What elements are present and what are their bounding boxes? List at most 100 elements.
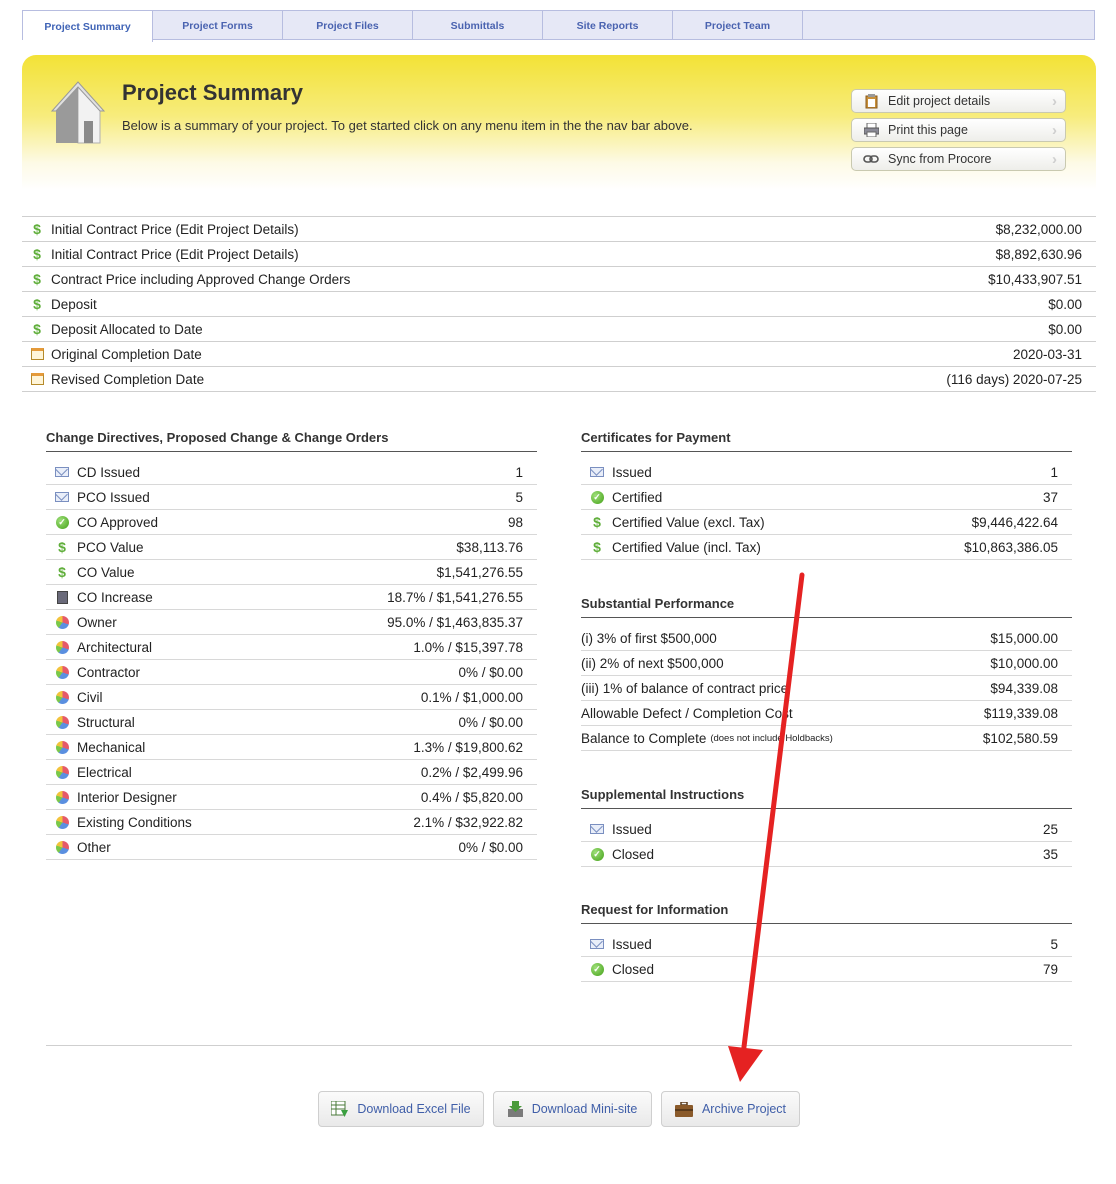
row-value: 0% / $0.00 xyxy=(458,714,523,730)
spreadsheet-icon xyxy=(331,1101,349,1117)
row-label: Certified Value (incl. Tax) xyxy=(612,539,761,555)
list-item: Issued 5 xyxy=(581,932,1072,957)
tab-submittals[interactable]: Submittals xyxy=(413,11,543,40)
download-minisite-button[interactable]: Download Mini-site xyxy=(493,1091,652,1127)
list-item: Allowable Defect / Completion Cost $119,3… xyxy=(581,701,1072,726)
row-label: Other xyxy=(77,839,111,855)
list-item: Architectural 1.0% / $15,397.78 xyxy=(46,635,537,660)
dollar-icon: $ xyxy=(33,296,41,312)
row-label: CD Issued xyxy=(77,464,141,480)
list-item: $ Certified Value (excl. Tax) $9,446,422.6… xyxy=(581,510,1072,535)
list-item: Issued 25 xyxy=(581,817,1072,842)
summary-value: (116 days) 2020-07-25 xyxy=(946,371,1082,387)
list-item: Contractor 0% / $0.00 xyxy=(46,660,537,685)
page-subtitle: Below is a summary of your project. To g… xyxy=(122,118,693,133)
dollar-icon: $ xyxy=(33,221,41,237)
row-label: Issued xyxy=(612,464,652,480)
summary-value: $0.00 xyxy=(1048,321,1082,337)
section-title: Certificates for Payment xyxy=(581,430,1072,452)
summary-label[interactable]: Initial Contract Price (Edit Project Det… xyxy=(51,222,299,237)
row-value: $10,863,386.05 xyxy=(964,539,1058,555)
summary-label[interactable]: Initial Contract Price (Edit Project Det… xyxy=(51,247,299,262)
calendar-icon xyxy=(29,348,45,360)
substantial-performance-section: Substantial Performance (i) 3% of first … xyxy=(581,596,1072,751)
print-page-button[interactable]: Print this page › xyxy=(851,118,1066,142)
row-value: 5 xyxy=(1050,936,1058,952)
row-label: Owner xyxy=(77,614,117,630)
row-label: (i) 3% of first $500,000 xyxy=(581,630,717,646)
list-item: Civil 0.1% / $1,000.00 xyxy=(46,685,537,710)
pie-chart-icon xyxy=(54,640,70,654)
summary-row: Original Completion Date 2020-03-31 xyxy=(22,342,1096,367)
dollar-icon: $ xyxy=(33,321,41,337)
tab-project-forms[interactable]: Project Forms xyxy=(153,11,283,40)
list-item: Electrical 0.2% / $2,499.96 xyxy=(46,760,537,785)
summary-label: Contract Price including Approved Change… xyxy=(51,271,351,287)
row-value: $15,000.00 xyxy=(990,630,1058,646)
section-title: Request for Information xyxy=(581,902,1072,924)
row-value: $94,339.08 xyxy=(990,680,1058,696)
print-page-label: Print this page xyxy=(888,123,968,137)
row-label: Contractor xyxy=(77,664,141,680)
tab-project-team[interactable]: Project Team xyxy=(673,11,803,40)
row-value: 1 xyxy=(1050,464,1058,480)
calculator-icon xyxy=(54,590,70,604)
row-value: $9,446,422.64 xyxy=(971,514,1058,530)
summary-label: Original Completion Date xyxy=(51,346,202,362)
list-item: Balance to Complete (does not include Hol… xyxy=(581,726,1072,751)
section-title: Substantial Performance xyxy=(581,596,1072,618)
nav-tabs: Project Summary Project Forms Project Fi… xyxy=(22,10,1095,42)
list-item: Mechanical 1.3% / $19,800.62 xyxy=(46,735,537,760)
sync-procore-label: Sync from Procore xyxy=(888,152,992,166)
row-value: 98 xyxy=(507,514,523,530)
summary-label: Deposit Allocated to Date xyxy=(51,321,203,337)
row-value: $102,580.59 xyxy=(982,730,1058,746)
row-note: (does not include Holdbacks) xyxy=(710,732,833,744)
chevron-right-icon: › xyxy=(1052,122,1057,139)
sync-procore-button[interactable]: Sync from Procore › xyxy=(851,147,1066,171)
summary-row: $ Deposit $0.00 xyxy=(22,292,1096,317)
envelope-icon xyxy=(589,467,605,477)
tab-project-summary[interactable]: Project Summary xyxy=(23,11,153,42)
dollar-icon: $ xyxy=(58,564,66,580)
list-item: ✓ CO Approved 98 xyxy=(46,510,537,535)
dollar-icon: $ xyxy=(593,514,601,530)
row-label: Electrical xyxy=(77,764,132,780)
download-excel-button[interactable]: Download Excel File xyxy=(318,1091,484,1127)
row-value: 18.7% / $1,541,276.55 xyxy=(387,589,523,605)
page-title: Project Summary xyxy=(122,80,303,105)
summary-value: $0.00 xyxy=(1048,296,1082,312)
download-minisite-label: Download Mini-site xyxy=(531,1102,638,1116)
request-for-information-section: Request for Information Issued 5 ✓ Closed 7… xyxy=(581,902,1072,982)
pie-chart-icon xyxy=(54,765,70,779)
pie-chart-icon xyxy=(54,615,70,629)
list-item: (i) 3% of first $500,000 $15,000.00 xyxy=(581,626,1072,651)
row-label: PCO Value xyxy=(77,539,144,555)
chevron-right-icon: › xyxy=(1052,151,1057,168)
section-title: Change Directives, Proposed Change & Cha… xyxy=(46,430,537,452)
row-value: 0% / $0.00 xyxy=(458,839,523,855)
pie-chart-icon xyxy=(54,715,70,729)
tab-project-files[interactable]: Project Files xyxy=(283,11,413,40)
row-value: 0.4% / $5,820.00 xyxy=(420,789,523,805)
row-label: Certified xyxy=(612,489,663,505)
row-label: Issued xyxy=(612,936,652,952)
dollar-icon: $ xyxy=(33,246,41,262)
row-label: Interior Designer xyxy=(77,789,177,805)
clipboard-icon xyxy=(862,93,880,109)
summary-value: $8,232,000.00 xyxy=(995,221,1082,237)
row-value: 0.2% / $2,499.96 xyxy=(420,764,523,780)
row-value: $10,000.00 xyxy=(990,655,1058,671)
supplemental-instructions-section: Supplemental Instructions Issued 25 ✓ Clos… xyxy=(581,787,1072,867)
divider xyxy=(46,1045,1072,1046)
row-value: $38,113.76 xyxy=(456,539,523,555)
dollar-icon: $ xyxy=(33,271,41,287)
row-value: 5 xyxy=(515,489,523,505)
archive-project-button[interactable]: Archive Project xyxy=(661,1091,800,1127)
list-item: Issued 1 xyxy=(581,460,1072,485)
row-label: Closed xyxy=(612,846,655,862)
list-item: PCO Issued 5 xyxy=(46,485,537,510)
tab-site-reports[interactable]: Site Reports xyxy=(543,11,673,40)
edit-project-details-button[interactable]: Edit project details › xyxy=(851,89,1066,113)
briefcase-icon xyxy=(674,1101,693,1117)
